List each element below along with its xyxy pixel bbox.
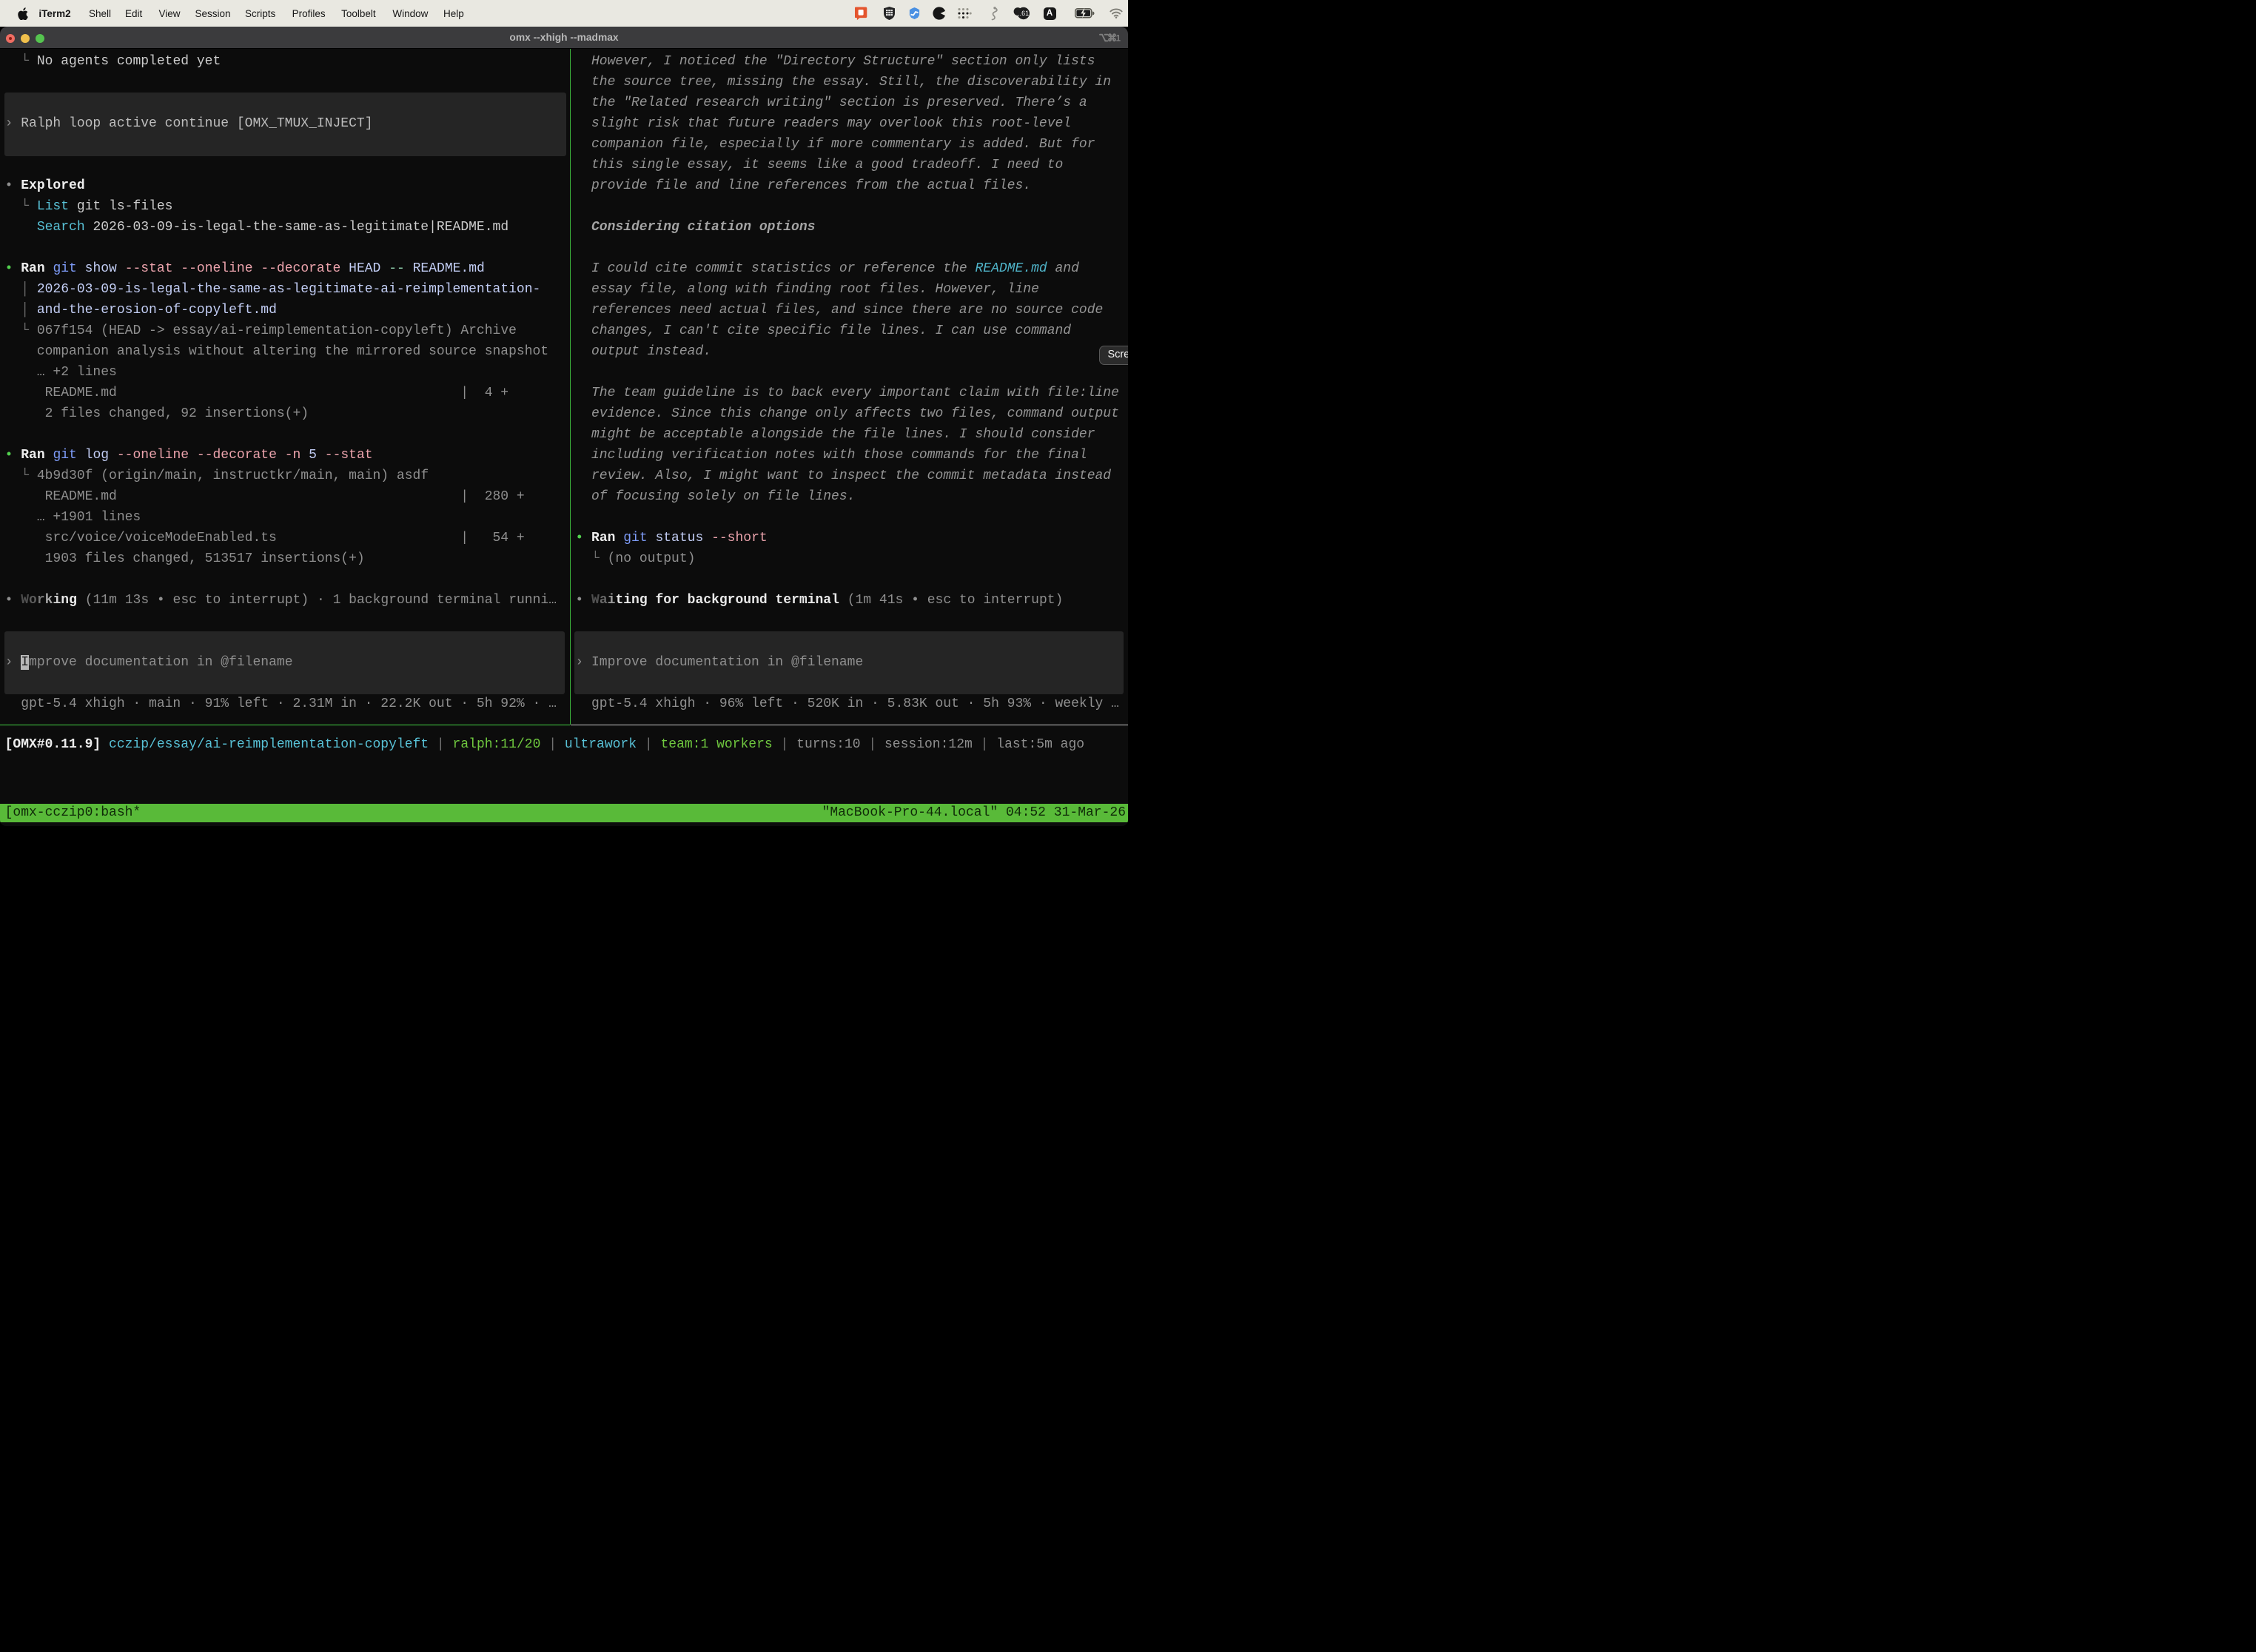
- svg-text:1: 1: [1116, 35, 1121, 43]
- svg-text:..61: ..61: [1018, 10, 1029, 17]
